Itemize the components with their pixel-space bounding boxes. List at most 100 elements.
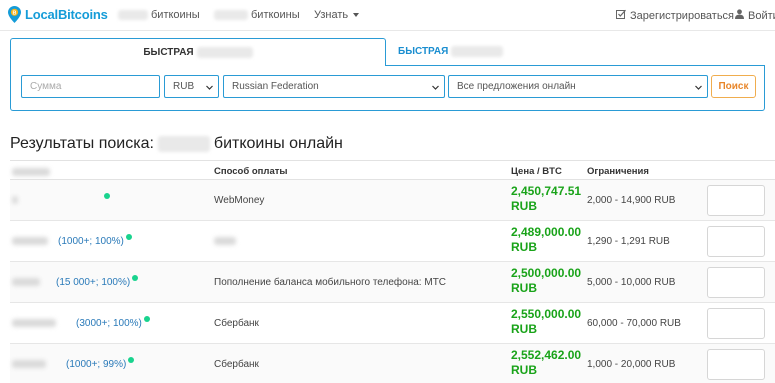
nav-link-buy-label: биткоины [151, 9, 200, 21]
login-label: Войти [748, 9, 775, 22]
country-value: Russian Federation [232, 81, 319, 92]
seller-stats: (1000+; 100%) [58, 235, 124, 247]
limits: 5,000 - 10,000 RUB [587, 276, 676, 288]
buy-button[interactable] [707, 226, 765, 257]
results-title: Результаты поиска: биткоины онлайн [10, 135, 343, 153]
nav-learn-label: Узнать [314, 9, 349, 21]
buy-button[interactable] [707, 308, 765, 339]
redacted-text [12, 319, 56, 327]
nav-link-buy[interactable]: биткоины [118, 9, 200, 21]
redacted-text [157, 136, 210, 152]
redacted-text [12, 278, 40, 286]
redacted-text [214, 10, 248, 21]
limits: 1,290 - 1,291 RUB [587, 235, 670, 247]
price-currency: RUB [511, 363, 537, 377]
chevron-down-icon [206, 85, 213, 90]
results-title-prefix: Результаты поиска: [10, 135, 154, 152]
price-value: 2,489,000.00 [511, 225, 582, 239]
logo-pin-icon: B [8, 6, 21, 23]
column-limits: Ограничения [587, 166, 649, 177]
nav-link-sell-label: биткоины [251, 9, 300, 21]
nav-learn-dropdown[interactable]: Узнать [314, 9, 360, 21]
amount-placeholder: Сумма [30, 81, 62, 92]
table-row: WebMoney 2,450,747.51 RUB 2,000 - 14,900 … [10, 180, 775, 221]
column-price: Цена / BTC [511, 166, 562, 177]
user-icon [735, 9, 744, 22]
price: 2,550,000.00 RUB [511, 307, 583, 337]
price-value: 2,552,462.00 [511, 348, 582, 362]
payment-method: WebMoney [214, 194, 265, 206]
payment-method [214, 221, 236, 261]
seller-link[interactable]: (3000+; 100%) [12, 303, 150, 343]
redacted-text [214, 237, 236, 245]
checkbox-edit-icon [616, 9, 626, 22]
results-title-suffix: биткоины онлайн [213, 135, 343, 152]
redacted-text [118, 10, 148, 21]
price-currency: RUB [511, 322, 537, 336]
seller-link[interactable] [12, 180, 110, 220]
currency-value: RUB [173, 81, 195, 92]
search-tabs: БЫСТРАЯ БЫСТРАЯ [10, 38, 765, 66]
seller-link[interactable]: (15 000+; 100%) [12, 262, 139, 302]
top-navbar: B LocalBitcoins биткоины биткоины Узнать… [0, 0, 775, 31]
limits: 60,000 - 70,000 RUB [587, 317, 681, 329]
price-value: 2,550,000.00 [511, 307, 582, 321]
payment-method: Пополнение баланса мобильного телефона: … [214, 276, 447, 288]
buy-button[interactable] [707, 349, 765, 380]
offers-table: Способ оплаты Цена / BTC Ограничения Web… [10, 160, 775, 383]
column-seller [12, 167, 50, 178]
payment-method: Сбербанк [214, 358, 259, 370]
column-method: Способ оплаты [214, 166, 288, 177]
online-status-icon [128, 357, 135, 363]
nav-link-sell[interactable]: биткоины [214, 9, 300, 21]
chevron-down-icon [432, 85, 439, 90]
logo[interactable]: B LocalBitcoins [8, 6, 108, 23]
price: 2,552,462.00 RUB [511, 348, 583, 378]
price-value: 2,500,000.00 [511, 266, 582, 280]
payment-method: Сбербанк [214, 317, 259, 329]
search-button-label: Поиск [718, 81, 749, 92]
seller-link[interactable]: (1000+; 100%) [12, 221, 132, 261]
redacted-text [12, 168, 50, 177]
search-panel: Сумма RUB Russian Federation Все предлож… [10, 65, 765, 111]
seller-link[interactable]: (1000+; 99%) [12, 344, 135, 383]
redacted-text [451, 46, 504, 57]
seller-stats: (3000+; 100%) [76, 317, 142, 329]
table-row: (3000+; 100%) Сбербанк 2,550,000.00 RUB 6… [10, 303, 775, 344]
buy-button[interactable] [707, 185, 765, 216]
offers-filter-value: Все предложения онлайн [457, 81, 576, 92]
tab-quick-sell[interactable]: БЫСТРАЯ [386, 38, 765, 66]
table-row: (1000+; 100%) 2,489,000.00 RUB 1,290 - 1,… [10, 221, 775, 262]
redacted-text [12, 360, 46, 368]
register-label: Зарегистрироваться [630, 9, 735, 22]
limits: 2,000 - 14,900 RUB [587, 194, 676, 206]
table-row: (1000+; 99%) Сбербанк 2,552,462.00 RUB 1,… [10, 344, 775, 383]
tab-quick-buy-label: БЫСТРАЯ [143, 47, 194, 58]
chevron-down-icon [695, 85, 702, 90]
price-currency: RUB [511, 199, 537, 213]
offers-filter-select[interactable]: Все предложения онлайн [448, 75, 708, 98]
tab-quick-sell-label: БЫСТРАЯ [398, 46, 449, 57]
redacted-text [196, 47, 253, 58]
price-value: 2,450,747.51 [511, 184, 582, 198]
logo-text: LocalBitcoins [25, 7, 108, 22]
svg-text:B: B [13, 11, 17, 17]
redacted-text [12, 196, 18, 204]
login-link[interactable]: Войти [735, 9, 775, 22]
price-currency: RUB [511, 281, 537, 295]
country-select[interactable]: Russian Federation [223, 75, 445, 98]
tab-quick-buy[interactable]: БЫСТРАЯ [10, 38, 386, 66]
amount-input[interactable]: Сумма [21, 75, 160, 98]
price: 2,450,747.51 RUB [511, 184, 583, 214]
price-currency: RUB [511, 240, 537, 254]
currency-select[interactable]: RUB [164, 75, 219, 98]
redacted-text [12, 237, 48, 245]
register-link[interactable]: Зарегистрироваться [616, 9, 734, 22]
price: 2,489,000.00 RUB [511, 225, 583, 255]
buy-button[interactable] [707, 267, 765, 298]
seller-stats: (15 000+; 100%) [56, 276, 131, 288]
online-status-icon [104, 193, 110, 199]
online-status-icon [125, 234, 132, 240]
search-button[interactable]: Поиск [711, 75, 756, 98]
table-row: (15 000+; 100%) Пополнение баланса мобил… [10, 262, 775, 303]
